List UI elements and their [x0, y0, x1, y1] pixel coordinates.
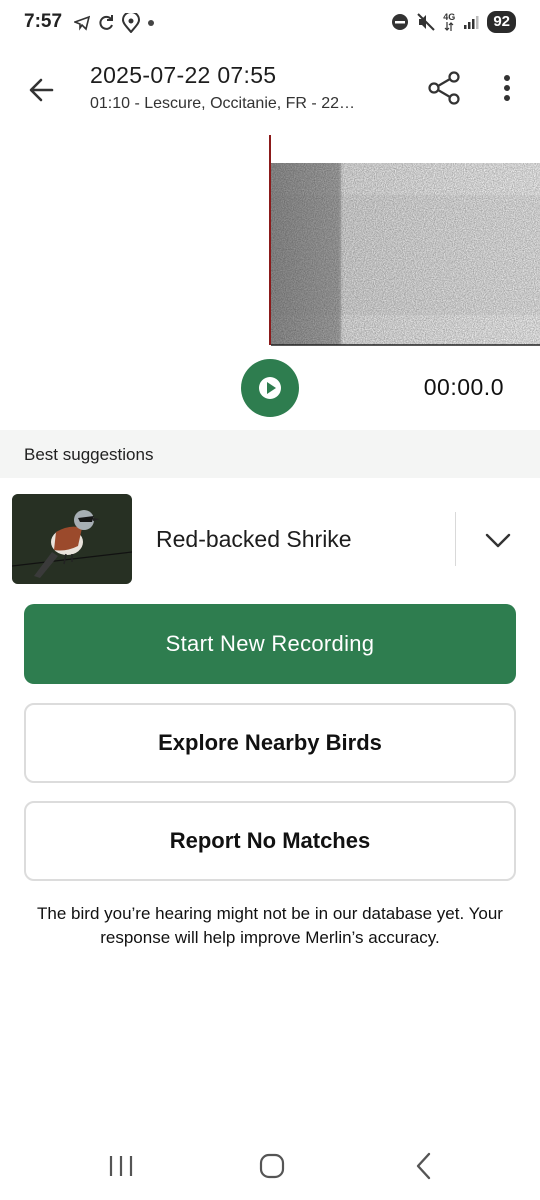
home-icon: [259, 1153, 285, 1179]
playback-time: 00:00.0: [423, 374, 504, 400]
report-no-matches-button[interactable]: Report No Matches: [24, 801, 516, 881]
explore-nearby-birds-button[interactable]: Explore Nearby Birds: [24, 703, 516, 783]
share-button[interactable]: [424, 68, 464, 108]
system-back-button[interactable]: [402, 1146, 446, 1186]
chevron-down-icon: [485, 533, 511, 548]
divider: [455, 512, 456, 566]
page-subtitle: 01:10 - Lescure, Occitanie, FR - 22…: [90, 95, 355, 112]
play-icon: [259, 377, 281, 399]
arrow-left-icon: [29, 78, 54, 102]
home-button[interactable]: [250, 1146, 294, 1186]
suggestions-section-header: Best suggestions: [0, 430, 540, 478]
telegram-icon: [74, 15, 90, 31]
location-pet-icon: [122, 13, 140, 33]
footnote-text: The bird you’re hearing might not be in …: [37, 904, 503, 947]
app-header: 2025-07-22 07:55 01:10 - Lescure, Occita…: [0, 52, 540, 128]
spectrogram[interactable]: [0, 135, 540, 347]
system-nav-bar: [0, 1132, 540, 1200]
recent-apps-icon: [109, 1156, 133, 1176]
back-button[interactable]: [22, 70, 62, 110]
bird-photo: [12, 494, 132, 584]
dot-icon: [148, 20, 154, 26]
do-not-disturb-icon: [392, 14, 409, 30]
section-title: Best suggestions: [24, 445, 154, 464]
signal-icon: [464, 16, 479, 29]
share-icon: [428, 71, 460, 105]
spectrogram-image: [269, 135, 540, 346]
network-label: 4G: [443, 12, 456, 22]
status-left-icons: [74, 13, 155, 33]
sync-icon: [99, 15, 113, 30]
status-time: 7:57: [24, 11, 63, 32]
suggestion-item[interactable]: Red-backed Shrike: [0, 484, 540, 592]
expand-button[interactable]: [478, 520, 518, 560]
battery-icon: 92: [487, 11, 516, 33]
start-new-recording-button[interactable]: Start New Recording: [24, 604, 516, 684]
play-button[interactable]: [241, 359, 299, 417]
back-chevron-icon: [416, 1152, 431, 1180]
more-options-button[interactable]: [490, 68, 524, 108]
status-bar: 7:57 4G 92: [0, 0, 540, 48]
page-title: 2025-07-22 07:55: [90, 62, 277, 88]
bird-name: Red-backed Shrike: [156, 526, 352, 552]
player-controls: 00:00.0: [0, 356, 540, 420]
more-vertical-icon: [504, 75, 510, 101]
status-right-icons: 4G 92: [391, 11, 516, 33]
network-icon: 4G: [443, 13, 455, 31]
mute-icon: [417, 13, 436, 31]
recent-apps-button[interactable]: [99, 1146, 143, 1186]
